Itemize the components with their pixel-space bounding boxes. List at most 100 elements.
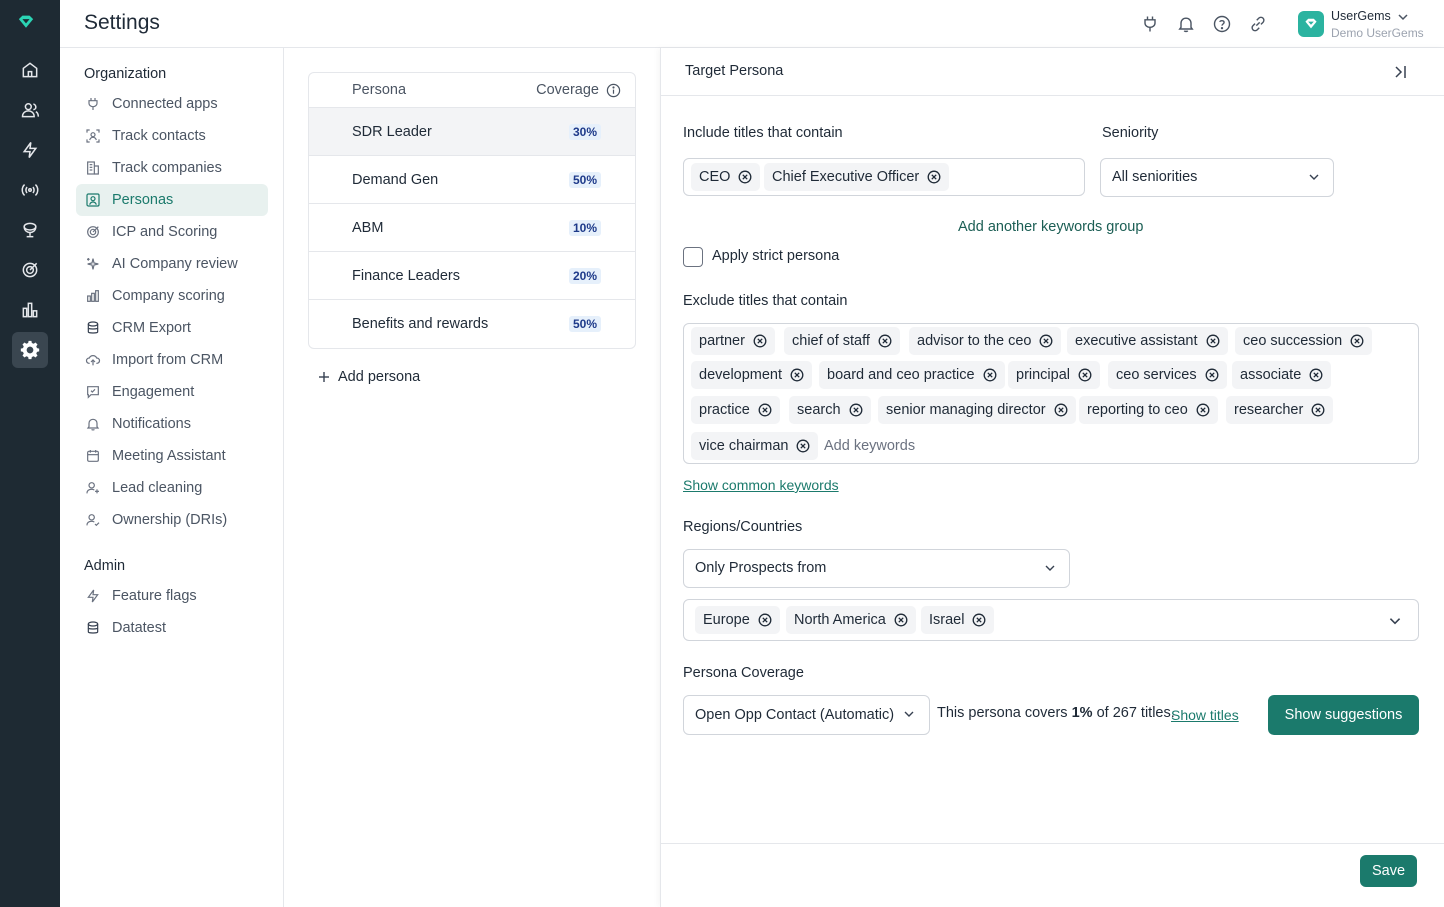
remove-chip-icon[interactable] (1311, 403, 1325, 417)
remove-chip-icon[interactable] (1350, 334, 1364, 348)
remove-chip-icon[interactable] (878, 334, 892, 348)
collapse-panel-icon[interactable] (1392, 64, 1408, 80)
chip-label: vice chairman (699, 438, 789, 454)
exclude-chip[interactable]: associate (1232, 361, 1332, 389)
nav-item-feature-flags[interactable]: Feature flags (76, 580, 268, 612)
remove-chip-icon[interactable] (1039, 334, 1053, 348)
nav-item-ai-company-review[interactable]: AI Company review (76, 248, 268, 280)
link-icon[interactable] (1247, 13, 1269, 35)
bell-icon[interactable] (1175, 13, 1197, 35)
help-icon[interactable] (1211, 13, 1233, 35)
show-common-keywords-link[interactable]: Show common keywords (683, 477, 839, 493)
strict-persona-checkbox[interactable] (683, 247, 703, 267)
exclude-chip[interactable]: search (789, 396, 871, 424)
signal-icon[interactable] (12, 172, 48, 208)
table-row[interactable]: Demand Gen 50% (309, 156, 635, 204)
bell-icon (84, 415, 102, 433)
nav-item-engagement[interactable]: Engagement (76, 376, 268, 408)
nav-item-track-companies[interactable]: Track companies (76, 152, 268, 184)
people-icon[interactable] (12, 92, 48, 128)
remove-chip-icon[interactable] (927, 170, 941, 184)
remove-chip-icon[interactable] (972, 613, 986, 627)
remove-chip-icon[interactable] (1078, 368, 1092, 382)
remove-chip-icon[interactable] (849, 403, 863, 417)
chart-icon[interactable] (12, 292, 48, 328)
include-chip[interactable]: Chief Executive Officer (764, 163, 950, 191)
exclude-chip[interactable]: practice (691, 396, 780, 424)
table-row[interactable]: Benefits and rewards 50% (309, 300, 635, 348)
nav-item-import-from-crm[interactable]: Import from CRM (76, 344, 268, 376)
chevron-down-icon[interactable] (1387, 613, 1403, 629)
add-keywords-group-button[interactable]: Add another keywords group (958, 219, 1143, 235)
remove-chip-icon[interactable] (758, 613, 772, 627)
column-header-persona: Persona (352, 82, 407, 98)
exclude-chip[interactable]: ceo services (1108, 361, 1227, 389)
nav-item-meeting-assistant[interactable]: Meeting Assistant (76, 440, 268, 472)
trophy-icon[interactable] (12, 212, 48, 248)
remove-chip-icon[interactable] (1054, 403, 1068, 417)
remove-chip-icon[interactable] (894, 613, 908, 627)
exclude-chip[interactable]: chief of staff (784, 327, 900, 355)
exclude-chip[interactable]: reporting to ceo (1079, 396, 1218, 424)
nav-item-label: Track companies (112, 160, 222, 176)
add-keywords-input[interactable]: Add keywords (824, 438, 915, 454)
show-titles-link[interactable]: Show titles (1171, 707, 1239, 723)
nav-item-track-contacts[interactable]: Track contacts (76, 120, 268, 152)
show-suggestions-button[interactable]: Show suggestions (1268, 695, 1419, 735)
remove-chip-icon[interactable] (1206, 334, 1220, 348)
nav-item-crm-export[interactable]: CRM Export (76, 312, 268, 344)
exclude-chip[interactable]: vice chairman (691, 432, 819, 460)
save-button[interactable]: Save (1360, 855, 1417, 887)
exclude-chip[interactable]: ceo succession (1235, 327, 1373, 355)
plug-icon[interactable] (1139, 13, 1161, 35)
home-icon[interactable] (12, 52, 48, 88)
exclude-chip[interactable]: development (691, 361, 813, 389)
exclude-chip[interactable]: senior managing director (878, 396, 1076, 424)
user-name[interactable]: UserGems (1331, 9, 1391, 23)
table-row[interactable]: SDR Leader 30% (309, 108, 635, 156)
persona-name: ABM (352, 219, 384, 236)
remove-chip-icon[interactable] (1309, 368, 1323, 382)
usergems-logo-icon[interactable] (16, 12, 44, 40)
remove-chip-icon[interactable] (1205, 368, 1219, 382)
persona-table-header: Persona Coverage (309, 73, 635, 108)
bolt-icon[interactable] (12, 132, 48, 168)
nav-item-datatest[interactable]: Datatest (76, 612, 268, 644)
region-chip[interactable]: Europe (695, 606, 780, 634)
nav-item-personas[interactable]: Personas (76, 184, 268, 216)
exclude-chip[interactable]: board and ceo practice (819, 361, 1005, 389)
settings-nav: Organization Connected apps Track contac… (60, 48, 284, 907)
nav-item-ownership[interactable]: Ownership (DRIs) (76, 504, 268, 536)
chip-label: researcher (1234, 402, 1304, 418)
exclude-chip[interactable]: researcher (1226, 396, 1334, 424)
region-chip[interactable]: North America (786, 606, 916, 634)
exclude-chip[interactable]: advisor to the ceo (909, 327, 1062, 355)
add-persona-button[interactable]: Add persona (318, 369, 420, 385)
nav-item-lead-cleaning[interactable]: Lead cleaning (76, 472, 268, 504)
remove-chip-icon[interactable] (796, 439, 810, 453)
region-chip[interactable]: Israel (921, 606, 995, 634)
target-icon[interactable] (12, 252, 48, 288)
nav-item-icp-and-scoring[interactable]: ICP and Scoring (76, 216, 268, 248)
avatar[interactable] (1298, 11, 1324, 37)
nav-item-notifications[interactable]: Notifications (76, 408, 268, 440)
nav-item-connected-apps[interactable]: Connected apps (76, 88, 268, 120)
include-chip[interactable]: CEO (691, 163, 761, 191)
remove-chip-icon[interactable] (1196, 403, 1210, 417)
gear-icon[interactable] (12, 332, 48, 368)
remove-chip-icon[interactable] (983, 368, 997, 382)
chevron-down-icon[interactable] (1396, 10, 1410, 24)
exclude-chip[interactable]: executive assistant (1067, 327, 1228, 355)
table-row[interactable]: ABM 10% (309, 204, 635, 252)
remove-chip-icon[interactable] (753, 334, 767, 348)
nav-item-company-scoring[interactable]: Company scoring (76, 280, 268, 312)
table-row[interactable]: Finance Leaders 20% (309, 252, 635, 300)
exclude-chip[interactable]: partner (691, 327, 775, 355)
exclude-chip[interactable]: principal (1008, 361, 1100, 389)
info-icon[interactable] (606, 83, 621, 98)
remove-chip-icon[interactable] (758, 403, 772, 417)
bolt-icon (84, 587, 102, 605)
remove-chip-icon[interactable] (790, 368, 804, 382)
remove-chip-icon[interactable] (738, 170, 752, 184)
persona-table: Persona Coverage SDR Leader 30% Demand G… (308, 72, 636, 349)
